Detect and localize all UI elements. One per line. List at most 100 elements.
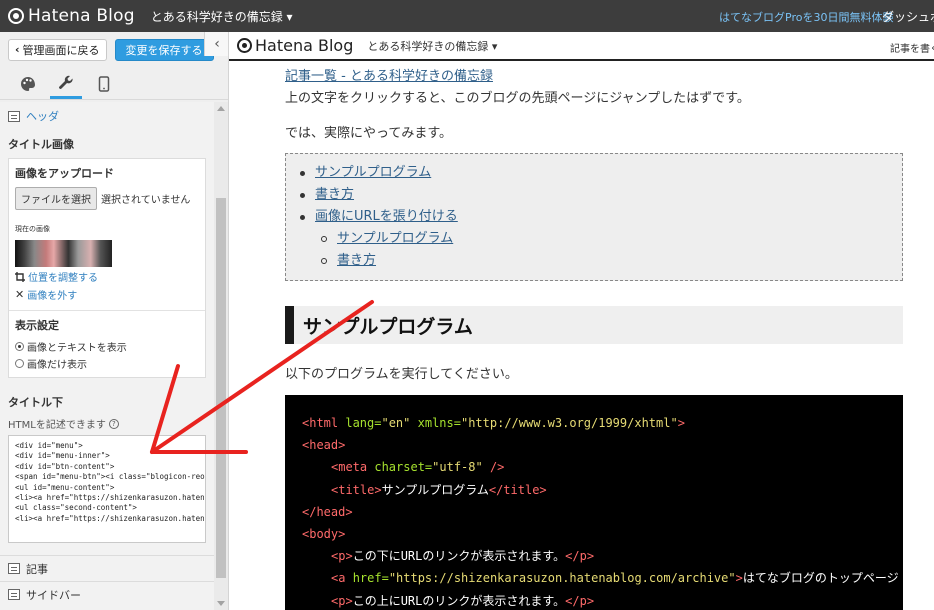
code-line: <body> (302, 527, 346, 542)
code-line: <div id="menu"> (15, 441, 83, 450)
toc-subitem: サンプルプログラム (300, 228, 902, 250)
code-line: <title>サンプルプログラム</title> (331, 482, 547, 497)
toc-link[interactable]: 画像にURLを張り付ける (315, 206, 458, 228)
header-section-label: ヘッダ (26, 110, 59, 123)
help-icon[interactable]: ? (108, 418, 119, 429)
code-line: <html lang="en" xmlns="http://www.w3.org… (302, 416, 685, 430)
file-status: 選択されていません (101, 195, 191, 206)
tab-design[interactable] (12, 69, 44, 99)
circle-bullet-icon (321, 258, 327, 264)
title-image-heading: タイトル画像 (8, 138, 74, 151)
scrollbar-thumb[interactable] (216, 198, 226, 578)
dashboard-link[interactable]: ダッシュボ (882, 8, 934, 25)
html-hint-text: HTMLを記述できます (8, 420, 106, 431)
radio-image-and-text[interactable]: 画像とテキストを表示 (15, 339, 199, 354)
panel-scrollbar[interactable] (214, 102, 228, 610)
code-block: <html lang="en" xmlns="http://www.w3.org… (285, 395, 903, 610)
upload-label: 画像をアップロード (15, 167, 114, 180)
table-of-contents: サンプルプログラム 書き方 画像にURLを張り付ける サンプルプログラム 書き方 (285, 153, 903, 281)
hatena-logo-icon (8, 8, 24, 24)
scroll-down-arrow[interactable] (217, 601, 225, 606)
adjust-position-label: 位置を調整する (28, 273, 98, 284)
section-article[interactable]: 記事 (0, 555, 214, 581)
radio-unselected-icon (15, 359, 24, 368)
preview-hatena-logo[interactable]: Hatena Blog (237, 36, 353, 55)
section-header[interactable]: ヘッダ (0, 102, 214, 130)
file-input-row: ファイルを選択 選択されていません (15, 187, 199, 210)
toc-item: 画像にURLを張り付ける (300, 206, 902, 228)
tab-smartphone[interactable] (88, 69, 120, 99)
paragraph: では、実際にやってみます。 (285, 126, 453, 141)
preview-blog-selector[interactable]: とある科学好きの備忘録 ▾ (367, 38, 497, 54)
write-article-link[interactable]: 記事を書く (890, 40, 934, 55)
sidebar-section-label: サイドバー (26, 588, 81, 602)
code-line: <ul class="second-content"> (15, 503, 137, 513)
title-image-box: 画像をアップロード ファイルを選択 選択されていません 現在の画像 位置を調整す… (8, 158, 206, 378)
code-line: <p>この下にURLのリンクが表示されます。</p> (331, 549, 595, 564)
toc-link[interactable]: 書き方 (315, 184, 354, 206)
code-line: <div id="btn-content"> (15, 461, 115, 471)
settings-scroll-area[interactable]: ヘッダ タイトル画像 画像をアップロード ファイルを選択 選択されていません 現… (0, 102, 214, 610)
preview-header: Hatena Blog とある科学好きの備忘録 ▾ 記事を書く (229, 32, 934, 61)
preview-logo-text: Hatena Blog (255, 36, 354, 55)
code-line: <ul id="menu-content"> (15, 482, 115, 492)
code-line: <meta charset="utf-8" /> (331, 460, 505, 475)
section-list-icon (8, 110, 20, 122)
section-list-icon (8, 589, 20, 600)
palette-icon (21, 77, 35, 91)
crop-icon (15, 271, 25, 282)
code-line: <div id="menu-inner"> (15, 451, 110, 461)
blog-preview: Hatena Blog とある科学好きの備忘録 ▾ 記事を書く 記事一覧 - と… (229, 32, 934, 610)
radio-selected-icon (15, 342, 24, 351)
toc-link[interactable]: サンプルプログラム (315, 162, 431, 184)
code-line: <li><a href="https://shizenkarasuzon.hat… (15, 513, 206, 523)
global-header: Hatena Blog とある科学好きの備忘録 ▾ はてなブログProを30日間… (0, 0, 934, 32)
close-icon: ✕ (15, 288, 25, 301)
bullet-icon (300, 214, 305, 220)
collapse-panel-button[interactable]: ‹ (204, 32, 228, 56)
bullet-icon (300, 170, 305, 176)
adjust-position-link[interactable]: 位置を調整する (15, 269, 199, 284)
section-heading: サンプルプログラム (285, 306, 903, 344)
toc-item: 書き方 (300, 184, 902, 206)
toc-subitem: 書き方 (300, 250, 902, 272)
hatena-blog-logo[interactable]: Hatena Blog (8, 6, 135, 26)
chevron-left-icon: ‹ (15, 43, 20, 56)
code-line: <head> (302, 438, 346, 453)
code-line: <p>この上にURLのリンクが表示されます。</p> (331, 593, 595, 608)
radio-image-only[interactable]: 画像だけ表示 (15, 356, 199, 371)
remove-image-link[interactable]: ✕ 画像を外す (15, 287, 199, 302)
paragraph: 以下のプログラムを実行してください。 (285, 367, 518, 382)
section-list-icon (8, 563, 20, 574)
scroll-up-arrow[interactable] (217, 106, 225, 111)
paragraph: 上の文字をクリックすると、このブログの先頭ページにジャンプしたはずです。 (285, 91, 750, 106)
choose-file-button[interactable]: ファイルを選択 (15, 187, 97, 210)
save-changes-button[interactable]: 変更を保存する (114, 38, 214, 61)
smartphone-icon (98, 76, 110, 92)
blog-selector[interactable]: とある科学好きの備忘録 ▾ (151, 8, 293, 25)
back-label: 管理画面に戻る (22, 43, 100, 57)
bullet-icon (300, 192, 305, 198)
toc-item: サンプルプログラム (300, 162, 902, 184)
toc-link[interactable]: 書き方 (337, 250, 376, 272)
logo-text: Hatena Blog (28, 6, 135, 26)
current-image-label: 現在の画像 (15, 225, 50, 233)
code-line: <li><a href="https://shizenkarasuzon.hat… (15, 493, 206, 503)
code-line: <a href="https://shizenkarasuzon.hatenab… (331, 571, 899, 586)
below-title-html-textarea[interactable]: <div id="menu"> <div id="menu-inner"> <d… (8, 435, 206, 543)
pro-trial-link[interactable]: はてなブログProを30日間無料体験 (719, 9, 893, 25)
hatena-logo-icon (237, 38, 252, 53)
archive-link[interactable]: 記事一覧 - とある科学好きの備忘録 (285, 69, 493, 84)
tab-customize[interactable] (50, 69, 82, 99)
back-to-admin-button[interactable]: ‹ 管理画面に戻る (8, 38, 107, 61)
article-link-para: 記事一覧 - とある科学好きの備忘録 (285, 65, 493, 84)
code-line: <span id="menu-btn"><i class="blogicon-r… (15, 472, 206, 482)
section-sidebar[interactable]: サイドバー (0, 581, 214, 607)
below-title-heading: タイトル下 (8, 396, 63, 409)
display-settings-label: 表示設定 (15, 319, 59, 332)
remove-image-label: 画像を外す (27, 291, 78, 302)
code-line: </head> (302, 504, 353, 519)
toc-link[interactable]: サンプルプログラム (337, 228, 453, 250)
panel-toolbar: ‹ 管理画面に戻る 変更を保存する (0, 32, 228, 67)
circle-bullet-icon (321, 236, 327, 242)
